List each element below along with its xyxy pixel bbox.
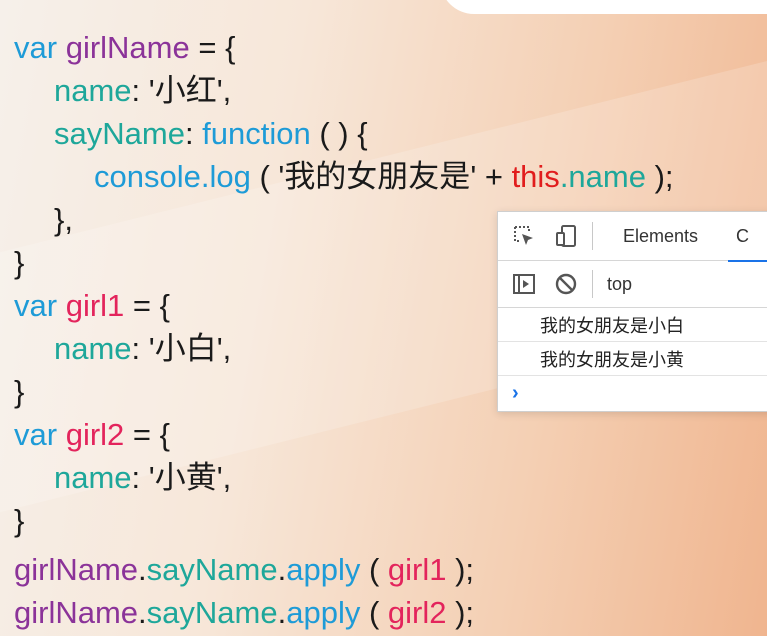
code-line-13: girlName.sayName.apply ( girl1 );	[14, 548, 474, 591]
device-toggle-icon[interactable]	[554, 224, 578, 248]
prop-name: name	[54, 73, 132, 108]
identifier-girl2: girl2	[65, 417, 125, 452]
top-card	[440, 0, 767, 14]
punct: = {	[124, 417, 170, 452]
punct: .	[138, 552, 147, 587]
punct: .	[138, 595, 147, 630]
punct: (	[360, 552, 388, 587]
punct: );	[645, 159, 674, 194]
method-apply: apply	[286, 552, 361, 587]
code-line-12: }	[14, 503, 25, 538]
identifier-girlname: girlName	[14, 595, 139, 630]
code-line-1: var girlName = {	[14, 26, 674, 69]
console-prompt[interactable]: ›	[498, 376, 767, 410]
punct: ( ) {	[310, 116, 368, 151]
tab-console[interactable]: C	[728, 225, 767, 262]
punct: .	[277, 595, 287, 630]
punct: (	[360, 595, 388, 630]
tab-elements[interactable]: Elements	[623, 226, 698, 247]
punct: ',	[216, 73, 232, 108]
arg-girl2: girl2	[387, 595, 447, 630]
punct: ',	[216, 460, 232, 495]
prop-name: name	[54, 331, 132, 366]
console-log: console.log	[94, 159, 251, 194]
punct: .	[277, 552, 287, 587]
tab-console-label: C	[736, 225, 750, 246]
method-apply: apply	[286, 595, 361, 630]
context-selector[interactable]: top	[607, 274, 632, 295]
punct: ( '	[250, 159, 285, 194]
prop-sayname: sayName	[54, 116, 185, 151]
code-line-10: var girl2 = {	[14, 413, 674, 456]
clear-console-icon[interactable]	[554, 272, 578, 296]
keyword-var: var	[14, 30, 58, 65]
identifier-girlname: girlName	[65, 30, 190, 65]
punct: );	[446, 595, 475, 630]
punct: : '	[131, 73, 155, 108]
toolbar-divider	[592, 270, 593, 298]
punct: : '	[131, 460, 155, 495]
punct: ',	[216, 331, 232, 366]
method-sayname: sayName	[146, 595, 278, 630]
arg-girl1: girl1	[387, 552, 447, 587]
console-toolbar: top	[498, 261, 767, 308]
code-block-calls: girlName.sayName.apply ( girl1 ); girlNam…	[14, 548, 474, 634]
prop-access-name: .name	[559, 159, 646, 194]
code-line-14: girlName.sayName.apply ( girl2 );	[14, 591, 474, 634]
punct: :	[184, 116, 203, 151]
prop-name: name	[54, 460, 132, 495]
string-value: 小白	[154, 331, 217, 367]
code-line-4: console.log ( '我的女朋友是' + this.name );	[14, 155, 674, 198]
toolbar-divider	[592, 222, 593, 250]
punct: ' +	[470, 159, 512, 194]
keyword-var: var	[14, 288, 58, 323]
keyword-this: this	[511, 159, 560, 194]
method-sayname: sayName	[146, 552, 278, 587]
prompt-chevron-icon: ›	[512, 381, 519, 404]
punct: : '	[131, 331, 155, 366]
identifier-girl1: girl1	[65, 288, 125, 323]
devtools-tab-bar: Elements C	[498, 212, 767, 262]
punct: = {	[124, 288, 170, 323]
identifier-girlname: girlName	[14, 552, 139, 587]
keyword-var: var	[14, 417, 58, 452]
punct: = {	[189, 30, 236, 65]
string-literal: 我的女朋友是	[284, 159, 471, 195]
code-line-3: sayName: function ( ) {	[14, 112, 674, 155]
console-message: 我的女朋友是小黄	[498, 342, 767, 376]
punct: );	[446, 552, 475, 587]
console-message: 我的女朋友是小白	[498, 308, 767, 342]
inspect-element-icon[interactable]	[512, 224, 536, 248]
active-tab-indicator	[728, 259, 767, 262]
console-sidebar-icon[interactable]	[512, 272, 536, 296]
code-line-2: name: '小红',	[14, 69, 674, 112]
devtools-panel: Elements C top 我的女朋友是小白 我的女朋友是小黄 ›	[497, 211, 767, 412]
keyword-function: function	[202, 116, 311, 151]
string-value: 小红	[154, 73, 217, 109]
string-value: 小黄	[154, 460, 217, 496]
code-line-11: name: '小黄',	[14, 456, 674, 499]
